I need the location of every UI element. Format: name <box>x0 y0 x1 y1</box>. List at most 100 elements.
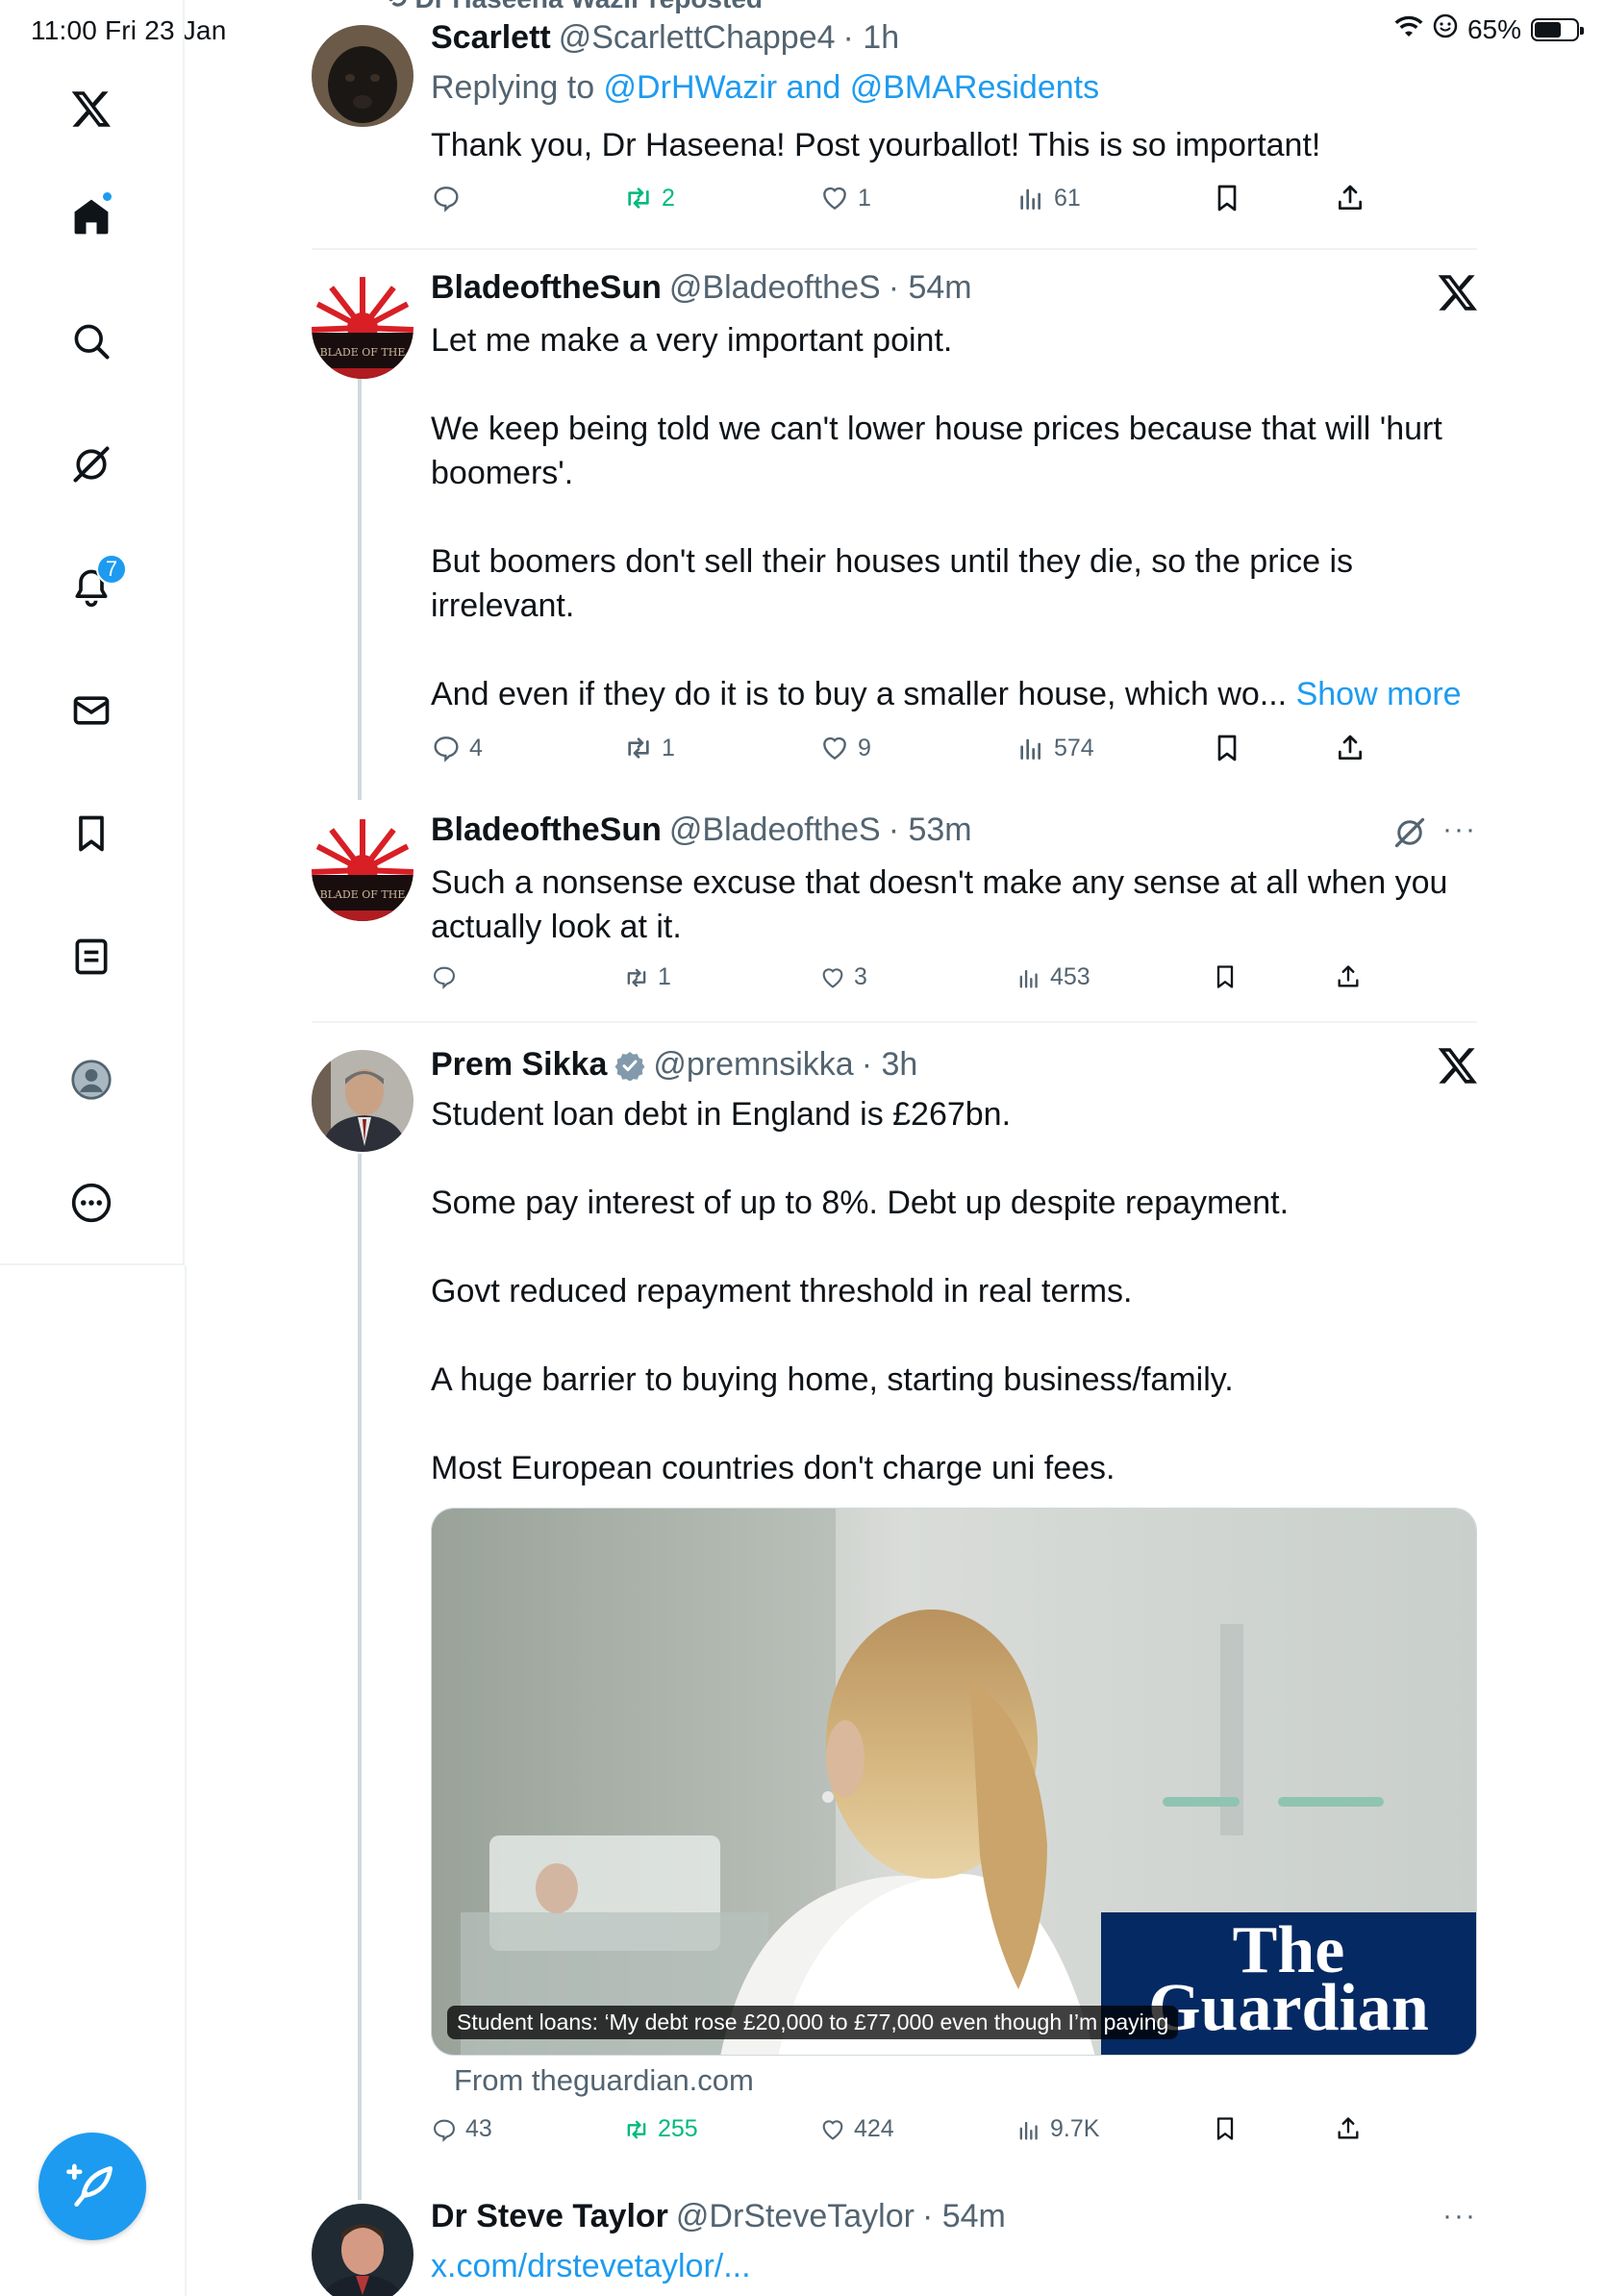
bookmark-button[interactable] <box>1212 2115 1239 2142</box>
bookmark-icon <box>1217 185 1237 212</box>
search-icon <box>74 324 110 360</box>
view-count: 61 <box>1054 184 1081 212</box>
nav-home[interactable] <box>63 188 119 244</box>
avatar[interactable]: BLADE OF THE <box>312 819 414 921</box>
views-button[interactable]: 9.7K <box>1015 2115 1099 2143</box>
nav-grok[interactable] <box>63 437 119 492</box>
reply-count: 43 <box>465 2115 492 2142</box>
views-button[interactable]: 574 <box>1015 733 1094 763</box>
retweet-button[interactable]: 255 <box>623 2115 698 2143</box>
author-handle[interactable]: @BladeoftheS <box>669 269 881 307</box>
tweet-paragraph: Most European countries don't charge uni… <box>431 1450 1115 1486</box>
share-icon <box>1339 735 1362 760</box>
tweet-time[interactable]: · 54m <box>889 269 972 307</box>
retweet-count: 255 <box>658 2115 698 2142</box>
x-logo-icon[interactable] <box>63 81 119 137</box>
bookmark-button[interactable] <box>1212 733 1242 763</box>
tweet-time[interactable]: · 54m <box>922 2198 1006 2235</box>
more-icon <box>71 1183 112 1223</box>
share-icon <box>1338 965 1359 987</box>
nav-more[interactable] <box>63 1175 119 1231</box>
status-icons: 65% <box>1394 13 1584 45</box>
repost-header: ⟲ Dr Haseena Wazir reposted <box>385 0 763 14</box>
bookmark-button[interactable] <box>1212 183 1242 213</box>
link-card[interactable]: The Guardian Student loans: ‘My debt ros… <box>431 1508 1477 2056</box>
author-handle[interactable]: @premnsikka <box>653 1046 853 1084</box>
bookmark-button[interactable] <box>1212 963 1239 990</box>
nav-bookmarks[interactable] <box>63 806 119 861</box>
share-button[interactable] <box>1335 2115 1362 2142</box>
like-button[interactable]: 9 <box>819 733 871 763</box>
views-button[interactable]: 61 <box>1015 183 1081 213</box>
tweet-header: Dr Steve Taylor @DrSteveTaylor · 54m <box>431 2198 1006 2235</box>
author-handle[interactable]: @BladeoftheS <box>669 811 881 849</box>
nav-notifications[interactable]: 7 <box>63 554 127 615</box>
reply-button[interactable] <box>431 963 465 990</box>
retweet-button[interactable]: 1 <box>623 733 675 763</box>
repost-header-text: Dr Haseena Wazir reposted <box>414 0 763 13</box>
nav-search[interactable] <box>63 313 119 369</box>
like-count: 424 <box>854 2115 894 2142</box>
nav-profile[interactable] <box>63 1052 119 1108</box>
tweet-actions: 2 1 61 <box>431 183 1392 221</box>
card-title: Student loans: ‘My debt rose £20,000 to … <box>447 2006 1179 2039</box>
like-button[interactable]: 1 <box>819 183 871 213</box>
avatar[interactable] <box>312 25 414 127</box>
share-button[interactable] <box>1335 963 1362 990</box>
share-icon <box>1339 185 1362 210</box>
nav-lists[interactable] <box>63 929 119 985</box>
nav-messages[interactable] <box>63 683 119 738</box>
replying-to-label: Replying to <box>431 69 604 106</box>
author-name[interactable]: Scarlett <box>431 19 551 57</box>
share-button[interactable] <box>1335 183 1366 213</box>
tweet-time[interactable]: · 53m <box>889 811 972 849</box>
reply-button[interactable]: 4 <box>431 733 483 763</box>
author-handle[interactable]: @DrSteveTaylor <box>676 2198 915 2235</box>
heart-icon <box>822 967 843 988</box>
like-button[interactable]: 424 <box>819 2115 894 2143</box>
views-button[interactable]: 453 <box>1015 963 1090 991</box>
share-button[interactable] <box>1335 733 1366 763</box>
tweet-header: BladeoftheSun @BladeoftheS · 54m <box>431 269 972 307</box>
bookmark-icon <box>1217 735 1237 761</box>
avatar[interactable] <box>312 1050 414 1152</box>
tweet-actions: 1 3 453 <box>431 963 1392 1002</box>
author-name[interactable]: Dr Steve Taylor <box>431 2198 668 2235</box>
reply-button[interactable]: 43 <box>431 2115 492 2143</box>
x-logo-icon[interactable] <box>1437 1044 1479 1086</box>
retweet-button[interactable]: 2 <box>623 183 675 213</box>
more-options-icon[interactable]: ··· <box>1442 815 1485 858</box>
wifi-icon <box>1394 14 1423 45</box>
show-more-link[interactable]: Show more <box>1296 676 1462 712</box>
sidebar: 7 <box>0 0 185 1265</box>
tweet-paragraph: Govt reduced repayment threshold in real… <box>431 1273 1133 1310</box>
x-logo-icon[interactable] <box>1437 271 1479 313</box>
tweet-paragraph-truncated: And even if they do it is to buy a small… <box>431 672 1469 716</box>
avatar[interactable]: BLADE OF THE <box>312 277 414 379</box>
grok-icon[interactable] <box>1392 815 1427 850</box>
replying-to-users[interactable]: @DrHWazir and @BMAResidents <box>604 69 1100 106</box>
more-options-icon[interactable]: ··· <box>1442 2202 1485 2244</box>
tweet-paragraph: Thank you, Dr Haseena! Post yourballot! … <box>431 127 1321 163</box>
compose-button[interactable] <box>38 2133 146 2240</box>
retweet-button[interactable]: 1 <box>623 963 671 991</box>
tweet-link[interactable]: x.com/drstevetaylor/... <box>431 2248 751 2284</box>
tweet-time[interactable]: · 1h <box>843 19 900 57</box>
author-name[interactable]: Prem Sikka <box>431 1046 607 1084</box>
author-name[interactable]: BladeoftheSun <box>431 811 662 849</box>
tweet-time[interactable]: · 3h <box>862 1046 918 1084</box>
tweet-separator <box>312 1021 1477 1023</box>
author-name[interactable]: BladeoftheSun <box>431 269 662 307</box>
author-handle[interactable]: @ScarlettChappe4 <box>559 19 836 57</box>
card-source[interactable]: From theguardian.com <box>454 2063 754 2098</box>
repost-icon: ⟲ <box>385 0 407 13</box>
battery-icon <box>1531 17 1584 41</box>
avatar[interactable] <box>312 2204 414 2296</box>
tweet-text: Such a nonsense excuse that doesn't make… <box>431 861 1469 949</box>
like-button[interactable]: 3 <box>819 963 867 991</box>
tweet-paragraph: We keep being told we can't lower house … <box>431 411 1442 491</box>
tweet-paragraph: Student loan debt in England is £267bn. <box>431 1096 1012 1133</box>
focus-icon <box>1433 13 1458 45</box>
reply-button[interactable] <box>431 183 469 213</box>
tweet-text: Thank you, Dr Haseena! Post yourballot! … <box>431 123 1469 167</box>
